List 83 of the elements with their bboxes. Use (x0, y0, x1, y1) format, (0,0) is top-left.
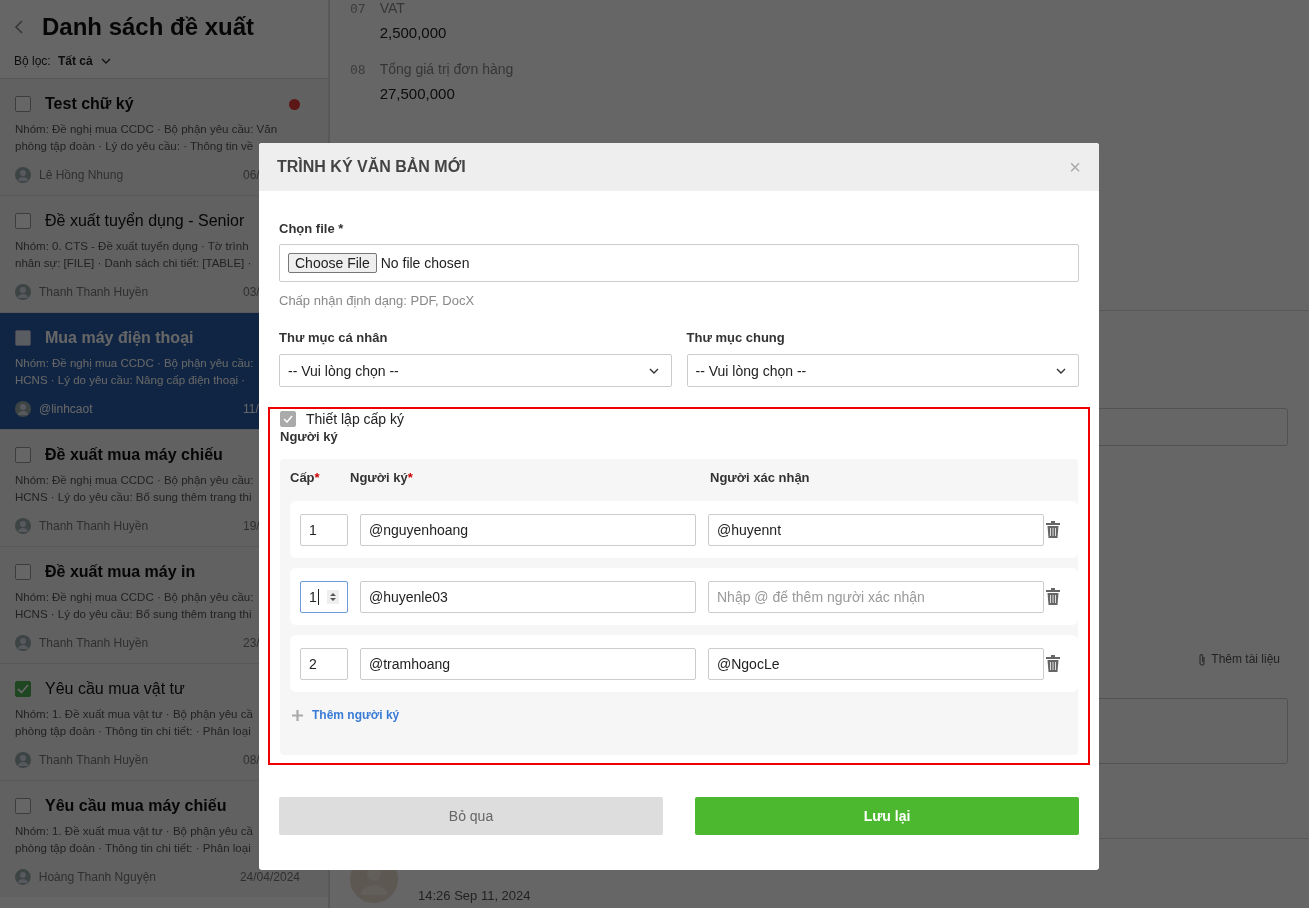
request-summary: Nhóm: Đề nghị mua CCDC · Bộ phận yêu cầu: (15, 590, 254, 605)
filter-dropdown[interactable]: Bộ lọc: Tất cả (14, 54, 111, 68)
avatar-icon (15, 518, 31, 534)
request-summary: Nhóm: Đề nghị mua CCDC · Bộ phận yêu cầu: (15, 356, 254, 371)
spinner-icon[interactable] (327, 589, 339, 604)
dialog-title: TRÌNH KÝ VĂN BẢN MỚI (277, 158, 466, 176)
check-icon (17, 684, 29, 694)
field-label: Chọn file * (279, 221, 345, 236)
choose-file-button[interactable]: Choose File (288, 253, 377, 273)
check-icon (283, 415, 293, 423)
request-summary: Nhóm: Đề nghị mua CCDC · Bộ phận yêu cầu: (15, 473, 254, 488)
request-title[interactable]: Yêu cầu mua vật tư (45, 680, 185, 698)
section-label: Người ký (280, 429, 338, 444)
checkbox[interactable] (15, 564, 31, 580)
avatar-icon (15, 635, 31, 651)
checkbox-label: Thiết lập cấp ký (306, 411, 405, 427)
request-summary: nhân sự: [FILE] · Danh sách chi tiết: [TABLE] · (15, 256, 252, 271)
cancel-button[interactable]: Bỏ qua (279, 796, 663, 835)
signer-input[interactable]: @huyenle03 (360, 580, 696, 613)
save-button[interactable]: Lưu lại (695, 796, 1079, 835)
column-header: Người xác nhận (710, 469, 810, 485)
field-value: 27,500,000 (379, 85, 456, 102)
add-signer-link[interactable]: Thêm người ký (292, 708, 400, 722)
caret-icon (100, 58, 111, 64)
file-input[interactable]: Choose File No file chosen (279, 244, 1079, 282)
trash-icon[interactable] (1046, 521, 1060, 538)
request-title[interactable]: Đề xuất mua máy in (45, 563, 196, 581)
signer-input[interactable]: @tramhoang (360, 647, 696, 680)
request-summary: Nhóm: 1. Đề xuất mua vật tư · Bộ phận yêu cầ (15, 707, 253, 722)
file-status: No file chosen (380, 255, 470, 271)
signer-input[interactable]: @nguyenhoang (360, 513, 696, 546)
avatar-icon (15, 869, 31, 885)
caret-icon (1056, 367, 1066, 374)
trash-icon[interactable] (1046, 588, 1060, 605)
level-input[interactable]: 1 (300, 580, 348, 613)
avatar-icon (15, 752, 31, 768)
caret-icon (648, 367, 659, 374)
activity-time: 14:26 Sep 11, 2024 (418, 888, 531, 903)
request-date: 11/ (243, 402, 259, 416)
request-summary: Nhóm: Đề nghị mua CCDC · Bộ phận yêu cầu: Văn (15, 122, 278, 137)
confirmer-input[interactable]: @NgocLe (708, 647, 1044, 680)
checkbox[interactable] (15, 798, 31, 814)
folder-select[interactable]: -- Vui lòng chọn -- (686, 354, 1079, 387)
column-header: Cấp* (290, 469, 321, 485)
author-name: @linhcaot (39, 402, 94, 416)
checkbox[interactable] (15, 96, 31, 112)
level-input[interactable]: 2 (300, 647, 348, 680)
request-summary: HCNS · Lý do yêu cầu: Nâng cấp điện thoại · (15, 373, 246, 388)
avatar-icon (15, 401, 31, 417)
column-header: Người ký* (350, 469, 414, 485)
request-summary: HCNS · Lý do yêu cầu: Bổ sung thêm trang thi (15, 490, 252, 505)
confirmer-input[interactable]: @huyennt (708, 513, 1044, 546)
avatar-icon (15, 284, 31, 300)
file-hint: Chấp nhận định dạng: PDF, DocX (279, 293, 476, 308)
field-label: Thư mục cá nhân (279, 330, 389, 345)
checkbox[interactable] (15, 330, 31, 346)
avatar-icon (15, 167, 31, 183)
request-summary: Nhóm: 0. CTS - Đề xuất tuyển dụng · Tờ trình (15, 239, 249, 254)
level-input[interactable]: 1 (300, 513, 348, 546)
request-title[interactable]: Test chữ ký (45, 95, 134, 113)
confirmer-input[interactable]: Nhập @ để thêm người xác nhận (708, 580, 1044, 613)
folder-select[interactable]: -- Vui lòng chọn -- (279, 354, 672, 387)
checkbox[interactable] (15, 447, 31, 463)
request-summary: phòng tập đoàn · Lý do yêu cầu: · Thông tin về (15, 139, 254, 154)
request-title[interactable]: Đề xuất mua máy chiếu (45, 446, 223, 464)
request-summary: Nhóm: 1. Đề xuất mua vật tư · Bộ phận yêu cầ (15, 824, 253, 839)
request-summary: phòng tập đoàn · Thông tin chi tiết: · Phân loại (15, 841, 251, 856)
field-value: 2,500,000 (379, 24, 447, 41)
back-icon[interactable] (14, 19, 24, 35)
trash-icon[interactable] (1046, 655, 1060, 672)
request-title[interactable]: Mua máy điện thoại (45, 329, 194, 347)
checkbox[interactable] (280, 411, 296, 427)
paperclip-icon (1198, 652, 1207, 666)
add-document-link[interactable]: Thêm tài liệu (1211, 652, 1280, 666)
checkbox[interactable] (15, 681, 31, 697)
page-title: Danh sách đề xuất (42, 12, 255, 42)
checkbox[interactable] (15, 213, 31, 229)
request-summary: HCNS · Lý do yêu cầu: Bổ sung thêm trang thi (15, 607, 252, 622)
request-summary: phòng tập đoàn · Thông tin chi tiết: · Phân loại (15, 724, 251, 739)
field-label: Thư mục chung (686, 330, 786, 345)
request-title[interactable]: Yêu cầu mua máy chiếu (45, 797, 227, 815)
plus-icon (292, 709, 303, 721)
request-title[interactable]: Đề xuất tuyển dụng - Senior (45, 212, 245, 230)
